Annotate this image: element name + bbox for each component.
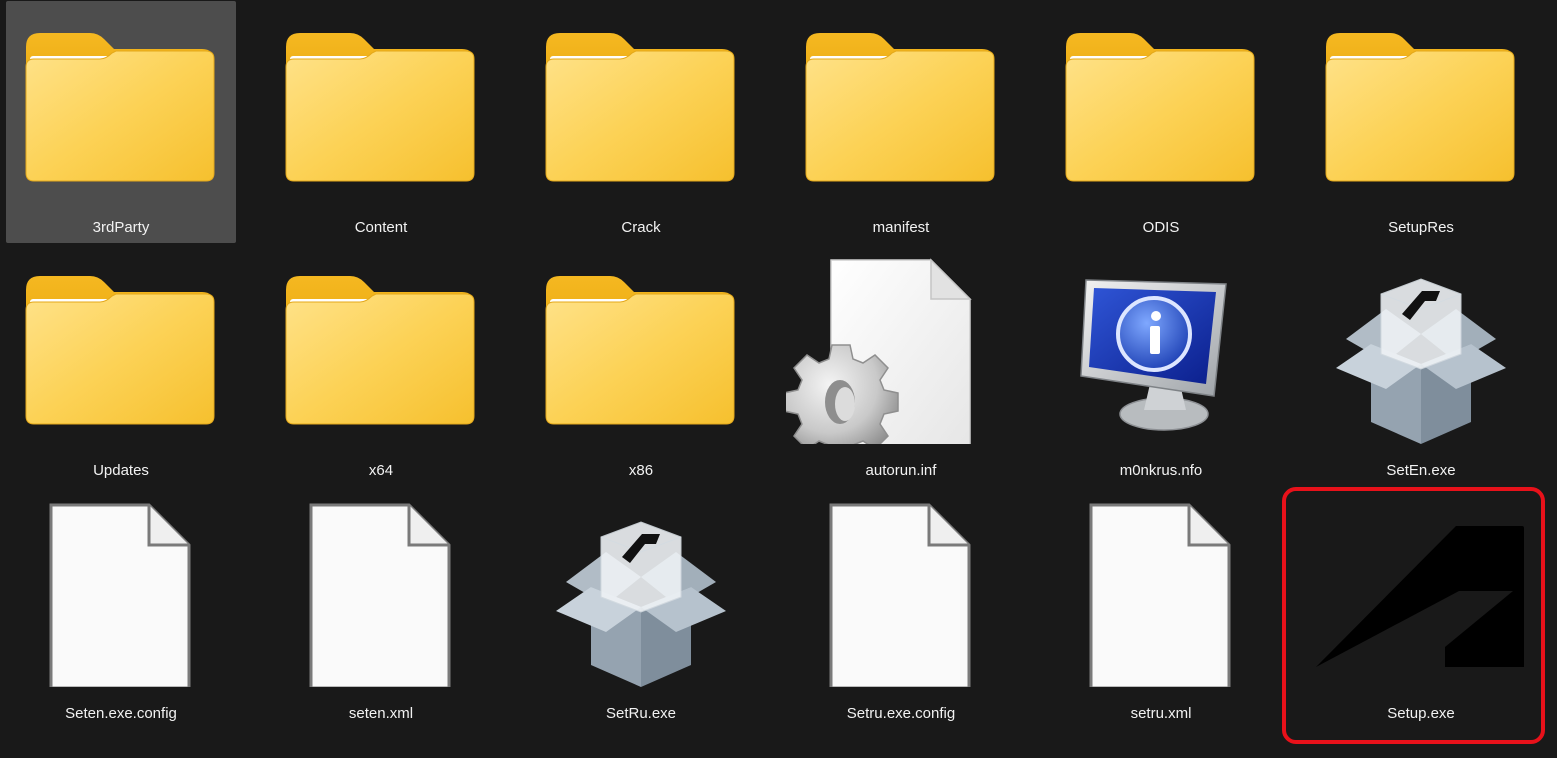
folder-icon xyxy=(6,244,236,444)
blank-file-icon xyxy=(6,487,236,687)
settings-file-icon xyxy=(786,244,1016,444)
file-item-setup-exe[interactable]: Setup.exe xyxy=(1306,487,1536,729)
file-item-setru-exe[interactable]: SetRu.exe xyxy=(526,487,756,729)
file-label: SetRu.exe xyxy=(605,705,677,722)
folder-icon xyxy=(786,1,1016,201)
folder-icon xyxy=(266,244,496,444)
file-item-m0nkrus-nfo[interactable]: m0nkrus.nfo xyxy=(1046,244,1276,486)
file-item-manifest[interactable]: manifest xyxy=(786,1,1016,243)
file-item-x86[interactable]: x86 xyxy=(526,244,756,486)
folder-icon xyxy=(266,1,496,201)
folder-icon xyxy=(1046,1,1276,201)
file-item-autorun-inf[interactable]: autorun.inf xyxy=(786,244,1016,486)
file-label: Updates xyxy=(93,462,149,479)
folder-icon xyxy=(526,244,756,444)
file-item-seten-exe-config[interactable]: Seten.exe.config xyxy=(6,487,236,729)
file-label: SetEn.exe xyxy=(1386,462,1456,479)
file-item-odis[interactable]: ODIS xyxy=(1046,1,1276,243)
blank-file-icon xyxy=(1046,487,1276,687)
file-item-setupres[interactable]: SetupRes xyxy=(1306,1,1536,243)
file-label: 3rdParty xyxy=(92,219,150,236)
file-label: autorun.inf xyxy=(865,462,937,479)
file-label: m0nkrus.nfo xyxy=(1119,462,1203,479)
file-label: manifest xyxy=(872,219,930,236)
file-label: Crack xyxy=(621,219,661,236)
file-label: Seten.exe.config xyxy=(65,705,177,722)
file-item-setru-xml[interactable]: setru.xml xyxy=(1046,487,1276,729)
file-label: Content xyxy=(354,219,408,236)
file-label: SetupRes xyxy=(1388,219,1454,236)
file-label: ODIS xyxy=(1142,219,1180,236)
info-monitor-icon xyxy=(1046,244,1276,444)
autodesk-logo-icon xyxy=(1306,487,1536,687)
file-item-3rdparty[interactable]: 3rdParty xyxy=(6,1,236,243)
installer-box-icon xyxy=(526,487,756,687)
file-grid: 3rdParty Content Crack manifest ODIS Set… xyxy=(0,0,1557,758)
folder-icon xyxy=(526,1,756,201)
file-label: setru.xml xyxy=(1130,705,1192,722)
file-item-crack[interactable]: Crack xyxy=(526,1,756,243)
file-item-content[interactable]: Content xyxy=(266,1,496,243)
file-item-updates[interactable]: Updates xyxy=(6,244,236,486)
file-item-setru-exe-config[interactable]: Setru.exe.config xyxy=(786,487,1016,729)
file-label: seten.xml xyxy=(348,705,414,722)
file-item-seten-exe[interactable]: SetEn.exe xyxy=(1306,244,1536,486)
blank-file-icon xyxy=(266,487,496,687)
installer-box-icon xyxy=(1306,244,1536,444)
file-label: Setup.exe xyxy=(1387,705,1455,722)
file-label: Setru.exe.config xyxy=(846,705,956,722)
file-item-x64[interactable]: x64 xyxy=(266,244,496,486)
file-item-seten-xml[interactable]: seten.xml xyxy=(266,487,496,729)
folder-icon xyxy=(1306,1,1536,201)
file-label: x64 xyxy=(368,462,394,479)
blank-file-icon xyxy=(786,487,1016,687)
folder-icon xyxy=(6,1,236,201)
file-label: x86 xyxy=(628,462,654,479)
